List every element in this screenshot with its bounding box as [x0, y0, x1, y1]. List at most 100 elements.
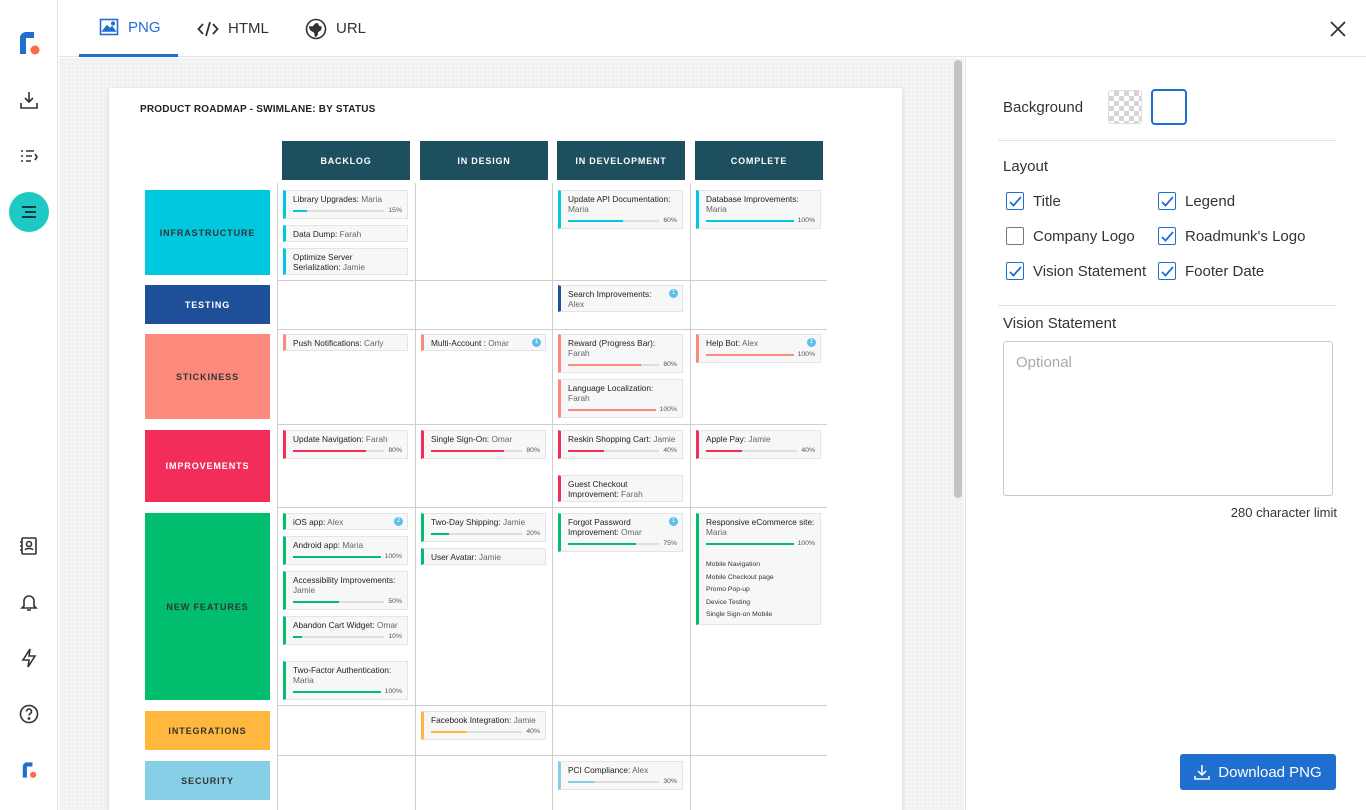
progress-percent: 75%: [663, 540, 677, 547]
card-title: Single Sign-On: Omar: [431, 434, 540, 444]
checkbox[interactable]: [1006, 227, 1024, 245]
card-title-text: Facebook Integration:: [431, 715, 512, 725]
progress-percent: 100%: [384, 553, 402, 560]
card-title: User Avatar: Jamie: [431, 552, 540, 562]
roadmunk-logo-small[interactable]: [9, 750, 49, 790]
progress-fill: [706, 450, 743, 452]
roadmap-card[interactable]: Facebook Integration: Jamie 40%: [421, 711, 546, 740]
progress-fill: [568, 409, 656, 411]
progress-bar: 50%: [293, 597, 402, 607]
download-png-button[interactable]: Download PNG: [1180, 754, 1336, 790]
help-icon[interactable]: [9, 694, 49, 734]
card-title-text: Guest Checkout Improvement:: [568, 479, 628, 499]
roadmap-card[interactable]: Help Bot: Alex 1 100%: [696, 334, 821, 363]
roadmap-card[interactable]: Guest Checkout Improvement: Farah: [558, 475, 683, 502]
progress-fill: [706, 543, 794, 545]
roadmap-card[interactable]: Android app: Maria 100%: [283, 536, 408, 565]
checkbox[interactable]: [1158, 227, 1176, 245]
lane-divider: [277, 507, 827, 508]
white-background-swatch[interactable]: [1151, 89, 1187, 125]
character-limit-hint: 280 character limit: [1230, 505, 1337, 520]
progress-percent: 30%: [663, 778, 677, 785]
roadmap-card[interactable]: Reskin Shopping Cart: Jamie 40%: [558, 430, 683, 459]
roadmap-card[interactable]: Database Improvements: Maria 100%: [696, 190, 821, 229]
roadmap-card[interactable]: Accessibility Improvements: Jamie 50%: [283, 571, 408, 610]
checkbox[interactable]: [1158, 262, 1176, 280]
export-tabs-bar: PNG HTML URL: [59, 0, 1366, 57]
checkbox-label: Roadmunk's Logo: [1185, 227, 1306, 245]
checkbox[interactable]: [1158, 192, 1176, 210]
roadmap-card[interactable]: Multi-Account : Omar 1: [421, 334, 546, 351]
roadmap-card[interactable]: Update Navigation: Farah 80%: [283, 430, 408, 459]
card-title: Two-Day Shipping: Jamie: [431, 517, 540, 527]
roadmap-card[interactable]: iOS app: Alex 2: [283, 513, 408, 530]
card-title-text: Help Bot:: [706, 338, 741, 348]
progress-track: [293, 450, 384, 452]
roadmunk-logo-checkbox[interactable]: Roadmunk's Logo: [1158, 227, 1305, 245]
roadmap-card[interactable]: Update API Documentation: Maria 60%: [558, 190, 683, 229]
roadmap-card[interactable]: Push Notifications: Carly: [283, 334, 408, 351]
card-owner: Alex: [742, 338, 759, 348]
bell-icon[interactable]: [9, 582, 49, 622]
contacts-icon[interactable]: [9, 526, 49, 566]
progress-percent: 80%: [663, 361, 677, 368]
progress-track: [568, 543, 659, 545]
progress-fill: [568, 543, 637, 545]
preview-canvas: PRODUCT ROADMAP - SWIMLANE: BY STATUS BA…: [59, 58, 964, 810]
roadmap-card[interactable]: Reward (Progress Bar): Farah 80%: [558, 334, 683, 373]
card-owner: Jamie: [748, 434, 771, 444]
checkbox[interactable]: [1006, 262, 1024, 280]
roadmunk-logo[interactable]: [9, 23, 49, 63]
swimlane-label: INFRASTRUCTURE: [145, 190, 270, 275]
card-subitem: Single Sign-on Mobile: [706, 611, 773, 618]
comment-count-badge: 2: [394, 517, 403, 526]
lane-divider: [277, 424, 827, 425]
roadmap-card[interactable]: Single Sign-On: Omar 80%: [421, 430, 546, 459]
preview-scrollbar[interactable]: [954, 60, 962, 498]
title-checkbox[interactable]: Title: [1006, 192, 1061, 210]
checkbox[interactable]: [1006, 192, 1024, 210]
roadmap-card[interactable]: Responsive eCommerce site: Maria 100% Mobi…: [696, 513, 821, 625]
card-title: Database Improvements: Maria: [706, 194, 815, 214]
card-title: Search Improvements: Alex: [568, 289, 677, 309]
roadmap-card[interactable]: Apple Pay: Jamie 40%: [696, 430, 821, 459]
download-icon: [1194, 765, 1211, 780]
roadmap-card[interactable]: PCI Compliance: Alex 30%: [558, 761, 683, 790]
card-title-text: Two-Factor Authentication:: [293, 665, 392, 675]
tab-url[interactable]: URL: [305, 0, 366, 57]
roadmap-card[interactable]: User Avatar: Jamie: [421, 548, 546, 565]
vision-statement-checkbox[interactable]: Vision Statement: [1006, 262, 1146, 280]
card-owner: Omar: [376, 620, 398, 630]
footer-date-checkbox[interactable]: Footer Date: [1158, 262, 1264, 280]
card-owner: Omar: [491, 434, 513, 444]
roadmap-card[interactable]: Abandon Cart Widget: Omar 10%: [283, 616, 408, 645]
progress-bar: 100%: [293, 552, 402, 562]
lane-divider: [277, 755, 827, 756]
tab-png[interactable]: PNG: [79, 0, 178, 57]
legend-checkbox[interactable]: Legend: [1158, 192, 1235, 210]
vision-statement-input[interactable]: [1003, 341, 1333, 496]
download-icon[interactable]: [9, 80, 49, 120]
roadmap-card[interactable]: Two-Day Shipping: Jamie 20%: [421, 513, 546, 542]
progress-track: [706, 354, 794, 356]
card-title-text: Two-Day Shipping:: [431, 517, 501, 527]
roadmap-card[interactable]: Data Dump: Farah: [283, 225, 408, 242]
card-title: Two-Factor Authentication: Maria: [293, 665, 402, 685]
roadmap-card[interactable]: Library Upgrades: Maria 15%: [283, 190, 408, 219]
roadmap-card[interactable]: Search Improvements: Alex 1: [558, 285, 683, 312]
progress-percent: 80%: [388, 447, 402, 454]
lightning-icon[interactable]: [9, 638, 49, 678]
close-icon[interactable]: [1328, 19, 1348, 39]
tab-html[interactable]: HTML: [197, 0, 269, 57]
card-title-text: User Avatar:: [431, 552, 477, 562]
roadmap-card[interactable]: Forgot Password Improvement: Omar 1 75%: [558, 513, 683, 552]
roadmap-icon[interactable]: [9, 192, 49, 232]
company-logo-checkbox[interactable]: Company Logo: [1006, 227, 1135, 245]
roadmap-card[interactable]: Language Localization: Farah 100%: [558, 379, 683, 418]
transparent-background-swatch[interactable]: [1108, 90, 1142, 124]
roadmap-card[interactable]: Optimize Server Serialization: Jamie: [283, 248, 408, 275]
list-icon[interactable]: [9, 136, 49, 176]
card-owner: Jamie: [513, 715, 536, 725]
column-divider: [277, 183, 278, 810]
roadmap-card[interactable]: Two-Factor Authentication: Maria 100%: [283, 661, 408, 700]
